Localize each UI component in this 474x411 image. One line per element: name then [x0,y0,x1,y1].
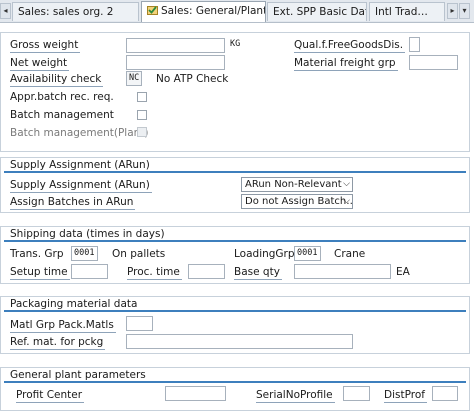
shipping-data-title: Shipping data (times in days) [10,228,165,240]
base-qty-label: Base qty [234,266,282,280]
material-freight-label: Material freight grp [294,57,398,71]
assign-batches-select[interactable]: Do not Assign Batch… ⌵ [241,194,353,209]
assign-batches-label: Assign Batches in ARun [10,196,136,210]
material-freight-input[interactable] [409,55,458,70]
matl-grp-pack-label: Matl Grp Pack.Matls [10,319,116,333]
section-divider [4,171,466,173]
tab-scroll-left-icon[interactable]: ◂ [0,3,11,19]
qual-free-goods-label: Qual.f.FreeGoodsDis. [294,39,406,53]
availability-check-text: No ATP Check [156,73,229,85]
supply-assignment-value: ARun Non-Relevant [245,179,342,190]
matl-grp-pack-input[interactable] [126,316,153,331]
tab-label: Ext. SPP Basic Data [273,6,367,18]
loading-grp-text: Crane [334,248,366,260]
tab-sales-general-plant[interactable]: Sales: General/Plant [141,1,266,22]
base-qty-input[interactable] [294,264,391,279]
appr-batch-label: Appr.batch rec. req. [10,91,114,103]
tab-label: Intl Trad… [375,6,428,18]
appr-batch-checkbox[interactable] [137,92,147,102]
weight-unit-text: KG [230,39,241,49]
chevron-down-icon: ⌵ [343,179,350,189]
section-divider [4,310,466,312]
tab-scroll-right-icon[interactable]: ▸ [447,3,458,19]
ref-mat-pckg-label: Ref. mat. for pckg [10,336,106,350]
chevron-down-icon: ⌵ [343,196,350,206]
supply-assignment-label: Supply Assignment (ARun) [10,179,152,193]
setup-time-input[interactable] [71,264,108,279]
loading-grp-input[interactable]: 0001 [294,246,321,261]
base-qty-unit: EA [396,266,410,278]
tab-intl-trade[interactable]: Intl Trad… [369,2,445,21]
tab-label: Sales: sales org. 2 [18,6,114,18]
availability-check-label: Availability check [10,73,104,87]
batch-management-checkbox[interactable] [137,110,147,120]
section-divider [4,240,466,242]
tab-sales-sales-org-2[interactable]: Sales: sales org. 2 [12,2,139,21]
serial-no-profile-label: SerialNoProfile [256,389,335,403]
supply-assignment-title: Supply Assignment (ARun) [10,159,150,171]
dist-prof-label: DistProf [384,389,427,403]
ref-mat-pckg-input[interactable] [126,334,353,349]
qual-free-goods-input[interactable] [409,37,420,52]
availability-check-input[interactable]: NC [126,71,142,86]
tab-ext-spp-basic-data[interactable]: Ext. SPP Basic Data [267,2,367,21]
profit-center-label: Profit Center [16,389,85,403]
trans-grp-text: On pallets [112,248,166,260]
section-divider [4,381,466,383]
tab-label: Sales: General/Plant [161,5,266,17]
dist-prof-input[interactable] [432,386,458,401]
trans-grp-label: Trans. Grp [10,248,64,260]
supply-assignment-select[interactable]: ARun Non-Relevant ⌵ [241,177,353,192]
trans-grp-input[interactable]: 0001 [71,246,98,261]
gross-weight-label: Gross weight [10,39,81,53]
check-folder-icon [147,6,158,15]
profit-center-input[interactable] [165,386,226,401]
serial-no-profile-input[interactable] [343,386,370,401]
batch-management-label: Batch management [10,109,114,121]
setup-time-label: Setup time [10,266,70,280]
tab-list-icon[interactable]: ▾ [459,3,470,19]
net-weight-label: Net weight [10,57,70,71]
batch-management-plant-checkbox [137,127,147,137]
tab-strip: ◂ Sales: sales org. 2 Sales: General/Pla… [0,0,474,23]
proc-time-label: Proc. time [127,266,182,280]
packaging-material-title: Packaging material data [10,298,138,310]
gross-weight-input[interactable] [126,38,225,53]
loading-grp-label: LoadingGrp [234,248,295,260]
general-plant-title: General plant parameters [10,369,146,381]
net-weight-input[interactable] [126,55,225,70]
assign-batches-value: Do not Assign Batch… [245,196,353,207]
batch-management-plant-label: Batch management(Plant) [10,127,149,139]
proc-time-input[interactable] [188,264,225,279]
